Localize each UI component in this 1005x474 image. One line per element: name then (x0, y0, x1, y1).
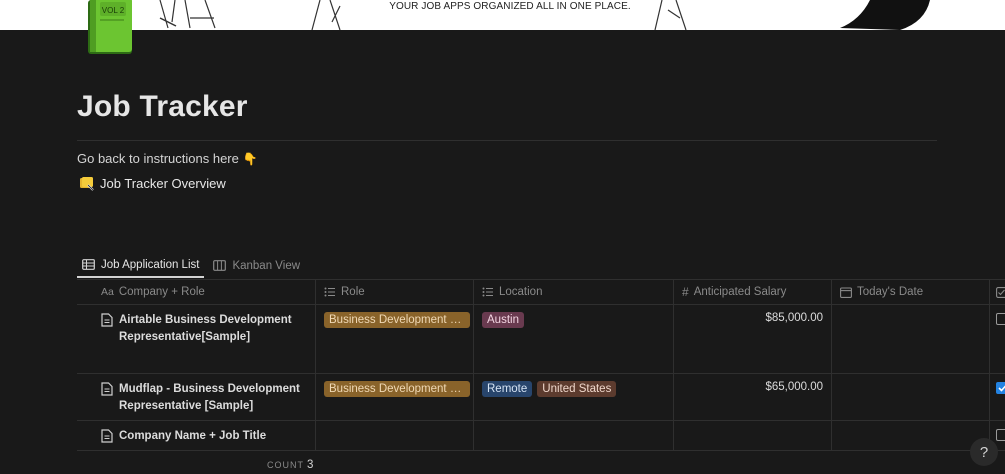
document-icon (101, 313, 113, 327)
row-date-cell[interactable] (832, 305, 990, 373)
row-location-cell[interactable]: Remote United States (474, 374, 674, 420)
cover-tagline: YOUR JOB APPS ORGANIZED ALL IN ONE PLACE… (389, 1, 631, 12)
tab-label: Job Application List (101, 258, 200, 271)
column-header-checkbox[interactable] (990, 280, 1005, 304)
column-label: Location (499, 286, 543, 298)
instructions-text: Go back to instructions here (77, 151, 239, 166)
board-icon (213, 260, 227, 271)
row-date-cell[interactable] (832, 421, 990, 450)
overview-link-label: Job Tracker Overview (100, 175, 226, 191)
book-icon[interactable]: VOL 2 (84, 0, 138, 58)
page-title: Job Tracker (77, 90, 248, 123)
row-name-cell[interactable]: Airtable Business Development Representa… (77, 305, 316, 373)
document-icon (101, 429, 113, 443)
number-icon: # (682, 285, 689, 299)
count-label: COUNT (267, 460, 304, 470)
calendar-icon (840, 286, 852, 298)
book-icon-label: VOL 2 (102, 6, 125, 15)
count-value: 3 (307, 459, 314, 471)
role-tag: Business Development R... (324, 312, 470, 328)
column-label: Anticipated Salary (693, 286, 787, 298)
column-header-anticipated-salary[interactable]: # Anticipated Salary (674, 280, 832, 304)
tab-job-application-list[interactable]: Job Application List (77, 253, 205, 278)
row-role-cell[interactable] (316, 421, 474, 450)
checkbox-column-icon (996, 286, 1005, 298)
row-date-cell[interactable] (832, 374, 990, 420)
list-icon (482, 287, 493, 297)
row-role-cell[interactable]: Business Development R... (316, 305, 474, 373)
row-salary-cell[interactable]: $65,000.00 (674, 374, 832, 420)
row-checkbox-cell[interactable] (990, 374, 1005, 420)
column-label: Company + Role (118, 286, 205, 298)
row-name-cell[interactable]: Mudflap - Business Development Represent… (77, 374, 316, 420)
table-row[interactable]: Mudflap - Business Development Represent… (77, 374, 1005, 421)
tab-label: Kanban View (232, 259, 301, 272)
overview-link[interactable]: Job Tracker Overview (79, 175, 226, 191)
row-location-cell[interactable] (474, 421, 674, 450)
document-icon (101, 382, 113, 396)
row-salary-cell[interactable] (674, 421, 832, 450)
cover-banner: YOUR JOB APPS ORGANIZED ALL IN ONE PLACE… (0, 0, 1005, 30)
row-checkbox-cell[interactable] (990, 305, 1005, 373)
row-role-cell[interactable]: Business Development R... (316, 374, 474, 420)
row-name: Mudflap - Business Development Represent… (119, 383, 300, 412)
row-name: Airtable Business Development Representa… (119, 314, 292, 343)
instructions-line: Go back to instructions here 👇 (77, 151, 258, 166)
row-name: Company Name + Job Title (119, 430, 267, 442)
row-name-cell[interactable]: Company Name + Job Title (77, 421, 316, 450)
column-header-location[interactable]: Location (474, 280, 674, 304)
table-icon (82, 259, 95, 270)
role-tag: Business Development R... (324, 381, 470, 397)
table-row[interactable]: Airtable Business Development Representa… (77, 305, 1005, 374)
row-checkbox[interactable] (996, 429, 1005, 441)
column-label: Today's Date (857, 286, 924, 298)
row-count[interactable]: COUNT 3 (267, 459, 313, 471)
location-tag: United States (537, 381, 617, 397)
divider (77, 140, 937, 141)
row-salary-cell[interactable]: $85,000.00 (674, 305, 832, 373)
text-icon: Aa (101, 286, 114, 298)
column-header-todays-date[interactable]: Today's Date (832, 280, 990, 304)
table-header: Aa Company + Role Role Location # Antici… (77, 280, 1005, 305)
row-location-cell[interactable]: Austin (474, 305, 674, 373)
folder-link-icon (80, 177, 94, 191)
column-label: Role (341, 286, 365, 298)
job-application-table: Aa Company + Role Role Location # Antici… (77, 280, 1005, 451)
help-button[interactable]: ? (970, 438, 998, 466)
checkmark-icon (997, 384, 1005, 392)
tab-kanban-view[interactable]: Kanban View (208, 253, 305, 278)
row-checkbox[interactable] (996, 313, 1005, 325)
row-checkbox-checked[interactable] (996, 382, 1005, 394)
list-icon (324, 287, 335, 297)
column-header-role[interactable]: Role (316, 280, 474, 304)
location-tag: Remote (482, 381, 533, 397)
column-header-company-role[interactable]: Aa Company + Role (77, 280, 316, 304)
location-tag: Austin (482, 312, 524, 328)
view-tabs: Job Application List Kanban View (77, 253, 305, 278)
table-row[interactable]: Company Name + Job Title (77, 421, 1005, 451)
pointing-down-icon: 👇 (242, 152, 258, 166)
